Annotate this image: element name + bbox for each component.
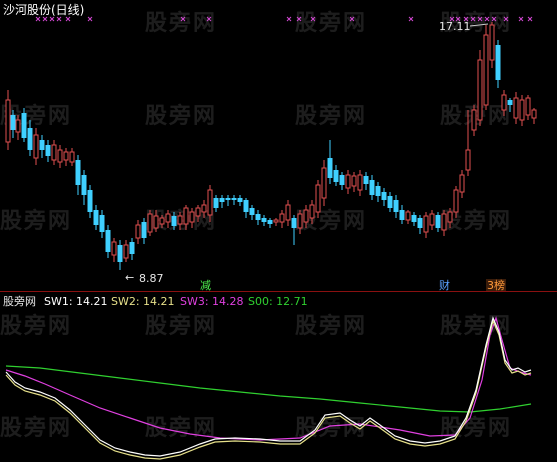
kline-chart-window[interactable]: 股旁网 股旁网 股旁网 股旁网 股旁网 股旁网 股旁网 股旁网 股旁网 股旁网 … — [0, 0, 557, 462]
s00-line — [5, 365, 532, 413]
sw2-line — [5, 319, 532, 460]
indicator-pane[interactable] — [0, 0, 557, 462]
sw3-line — [5, 315, 532, 441]
